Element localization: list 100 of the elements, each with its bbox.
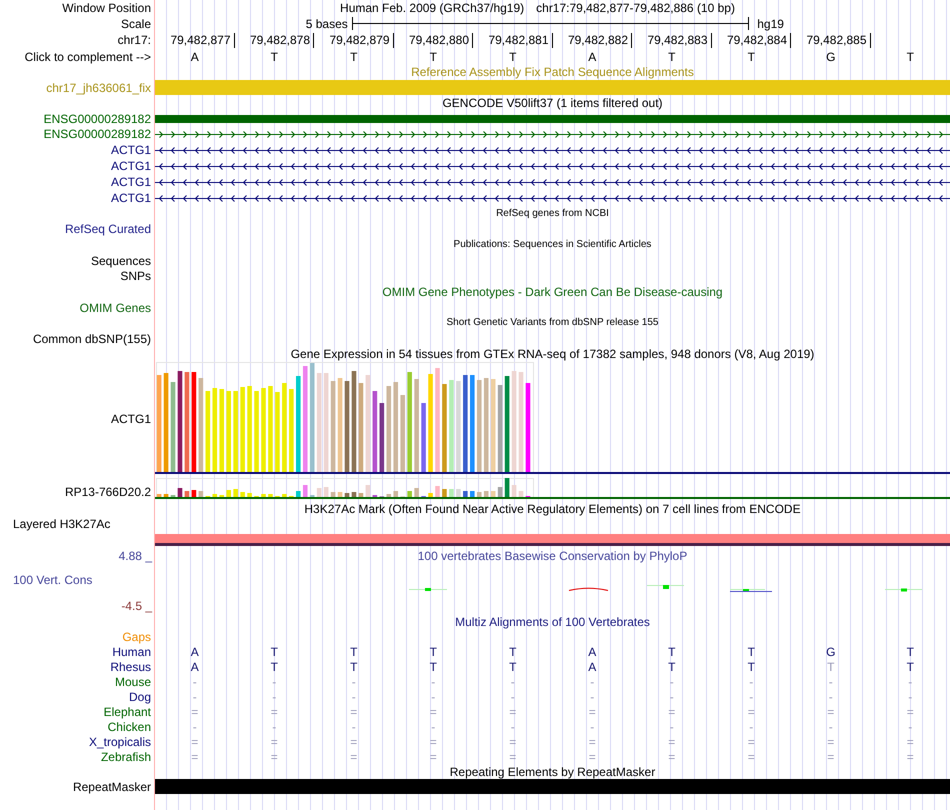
alignment-base: = — [827, 736, 834, 748]
expression-bar — [247, 493, 252, 497]
position-number: 79,482,878 — [250, 34, 311, 46]
position-number: 79,482,877 — [170, 34, 232, 46]
species-label[interactable]: Mouse — [114, 676, 151, 688]
alignment-base: - — [590, 720, 594, 732]
gene-block[interactable] — [155, 114, 950, 122]
track-label[interactable]: ENSG00000289182 — [44, 112, 151, 124]
alignment-base: = — [906, 736, 914, 748]
expression-bar — [268, 494, 273, 497]
track-label[interactable]: RP13-766D20.2 — [64, 486, 151, 498]
expression-bar — [380, 403, 384, 472]
gene-arrow-line[interactable] — [155, 194, 950, 202]
species-label[interactable]: X_tropicalis — [88, 736, 151, 748]
species-label[interactable]: Dog — [128, 690, 151, 702]
assembly-label: hg19 — [757, 16, 784, 30]
track-label[interactable]: ENSG00000289182 — [44, 128, 151, 140]
tick-mark — [631, 32, 632, 48]
track-label[interactable]: ACTG1 — [110, 176, 151, 188]
alignment-base: - — [352, 720, 356, 732]
track-label[interactable]: RefSeq Curated — [64, 222, 151, 234]
gene-arrow-line[interactable] — [155, 162, 950, 170]
expression-bar — [518, 491, 524, 497]
expression-bar — [282, 494, 287, 497]
alignment-base: = — [191, 736, 198, 748]
position-number: 79,482,882 — [568, 34, 629, 46]
track-label[interactable]: Common dbSNP(155) — [32, 332, 151, 344]
track-label[interactable]: OMIM Genes — [80, 302, 151, 314]
alignment-base: = — [509, 706, 516, 718]
alignment-base: - — [272, 690, 276, 702]
tick-mark — [710, 32, 712, 48]
expression-bar — [324, 487, 328, 497]
track-title: GENCODE V50lift37 (1 items filtered out) — [442, 97, 663, 109]
alignment-base: A — [190, 660, 199, 672]
conservation-mark — [730, 589, 772, 592]
track-label[interactable]: ACTG1 — [110, 412, 151, 424]
alignment-base: - — [431, 676, 436, 688]
position-number: 79,482,884 — [726, 34, 788, 46]
species-label[interactable]: Elephant — [104, 706, 151, 718]
track-title: Gene Expression in 54 tissues from GTEx RNA-seq of 17382 samples, 948 donors (V8, Aug 2019) — [290, 348, 814, 360]
track-label[interactable]: Layered H3K27Ac — [13, 518, 110, 530]
track-label[interactable]: SNPs — [120, 270, 151, 282]
track-label[interactable]: ACTG1 — [110, 160, 151, 172]
alignment-base: - — [670, 720, 674, 732]
species-label[interactable]: Zebrafish — [100, 750, 151, 762]
alignment-base: - — [590, 676, 594, 688]
alignment-base: - — [192, 690, 197, 702]
alignment-base: G — [826, 646, 836, 658]
position-number: 79,482,885 — [806, 34, 868, 46]
gene-arrow-line[interactable] — [155, 178, 950, 186]
position-number: 79,482,879 — [329, 34, 390, 46]
alignment-base: = — [270, 706, 278, 718]
species-label[interactable]: Human — [112, 646, 151, 658]
complement-link[interactable]: Click to complement --> — [24, 50, 151, 62]
alignment-base: - — [749, 690, 754, 702]
expression-bar — [184, 491, 190, 497]
expression-bar — [435, 486, 440, 497]
base-letter: T — [430, 50, 437, 62]
assembly-name: Human Feb. 2009 (GRCh37/hg19) — [340, 2, 524, 14]
alignment-base: - — [510, 690, 515, 702]
track-title: 100 vertebrates Basewise Conservation by PhyloP — [418, 550, 688, 562]
expression-bar — [233, 489, 238, 497]
base-letter: G — [826, 50, 836, 62]
alignment-base: = — [827, 750, 834, 762]
alignment-base: - — [510, 676, 515, 688]
species-label[interactable]: Rhesus — [110, 660, 151, 672]
alignment-base: - — [828, 676, 833, 688]
alignment-base: = — [906, 706, 914, 718]
alignment-base: - — [908, 676, 912, 688]
alignment-base: = — [748, 736, 755, 748]
track-label[interactable]: RepeatMasker — [72, 780, 151, 792]
track-label[interactable]: Sequences — [90, 254, 151, 266]
expression-bar — [456, 489, 461, 497]
species-label[interactable]: Chicken — [108, 720, 151, 732]
alignment-base: = — [748, 706, 755, 718]
row-label: Scale — [120, 18, 151, 30]
expression-bar — [470, 491, 475, 497]
alignment-base: - — [749, 676, 754, 688]
expression-bar — [296, 491, 301, 497]
gene-arrow-line[interactable] — [155, 130, 950, 138]
expression-bar — [504, 478, 510, 497]
alignment-base: - — [670, 676, 674, 688]
track-label[interactable]: ACTG1 — [110, 144, 151, 156]
track-label[interactable]: ACTG1 — [110, 192, 151, 204]
alignment-base: T — [350, 660, 358, 672]
alignment-base: - — [192, 676, 197, 688]
expression-bar — [358, 493, 364, 497]
alignment-base: = — [588, 736, 596, 748]
expression-bar — [352, 492, 356, 497]
alignment-base: = — [430, 736, 437, 748]
position-number: 79,482,880 — [408, 34, 470, 46]
gene-arrow-line[interactable] — [155, 146, 950, 154]
alignment-base: = — [588, 706, 596, 718]
expression-bar — [428, 493, 433, 497]
track-label[interactable]: 100 Vert. Cons — [13, 574, 92, 586]
row-label: Window Position — [62, 2, 151, 14]
alignment-base: A — [588, 646, 596, 658]
expression-bar — [512, 485, 516, 497]
alignment-base: = — [270, 750, 278, 762]
alignment-base: - — [431, 690, 436, 702]
